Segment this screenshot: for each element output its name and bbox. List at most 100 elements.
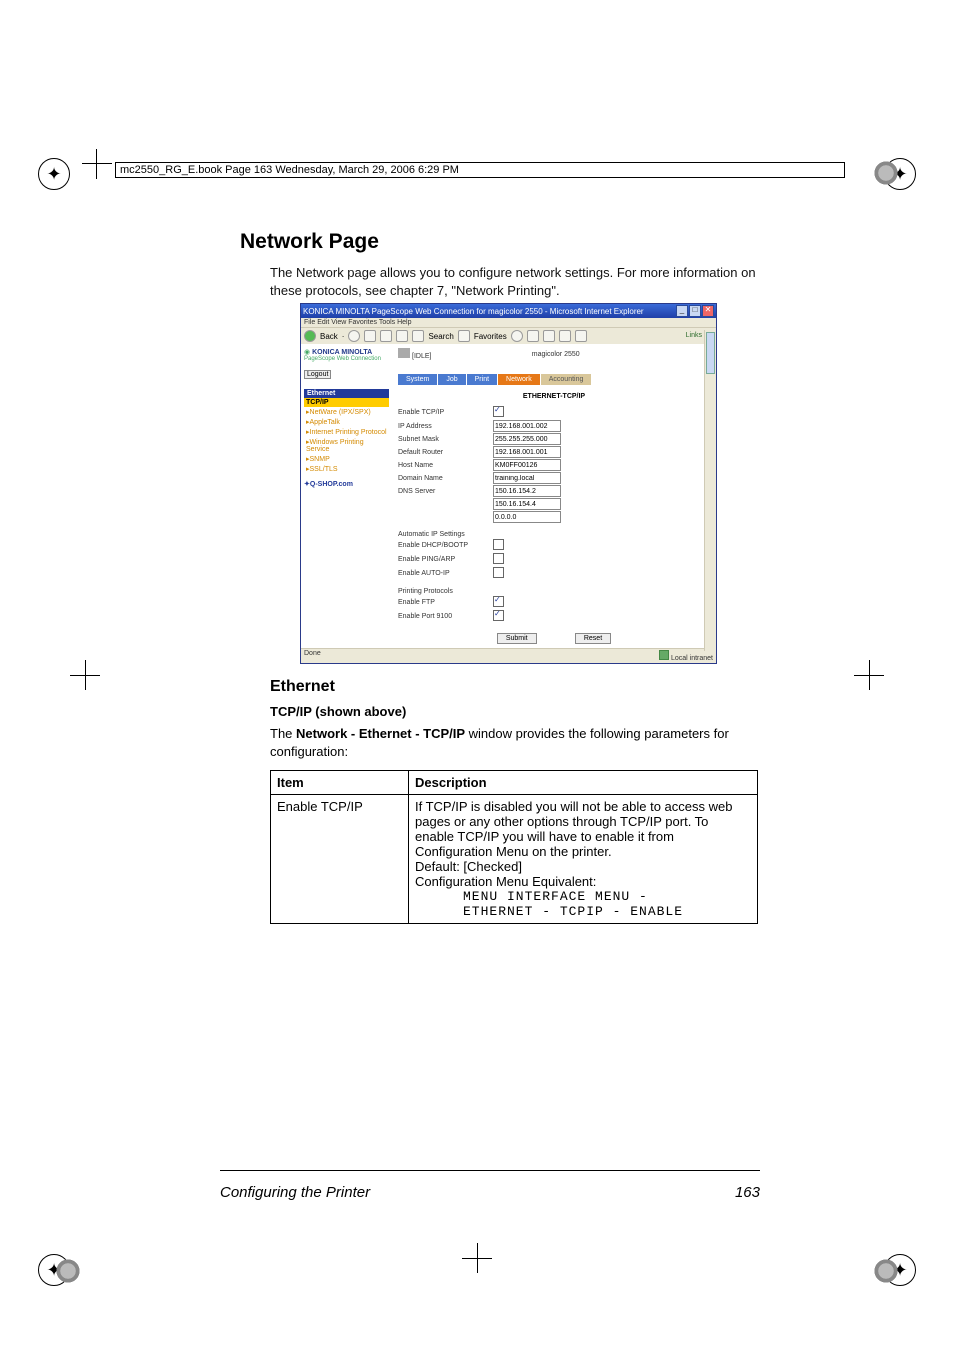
- links-label[interactable]: Links: [686, 332, 702, 339]
- table-head-item: Item: [271, 771, 409, 795]
- logout-button[interactable]: Logout: [304, 370, 331, 379]
- subnet-mask-input[interactable]: [493, 433, 561, 445]
- search-icon[interactable]: [412, 330, 424, 342]
- forward-icon[interactable]: [348, 330, 360, 342]
- dns-server-input[interactable]: [493, 485, 561, 497]
- maximize-icon[interactable]: □: [689, 305, 701, 317]
- sidebar-item-ipp[interactable]: ▸Internet Printing Protocol: [304, 427, 389, 437]
- qshop-link[interactable]: ✦Q-SHOP.com: [304, 480, 389, 488]
- row-label: Enable AUTO-IP: [398, 570, 493, 577]
- favorites-icon[interactable]: [458, 330, 470, 342]
- submit-button[interactable]: Submit: [497, 633, 537, 644]
- dns-server-input-2[interactable]: [493, 498, 561, 510]
- sidebar: ◉ KONICA MINOLTA PageScope Web Connectio…: [301, 344, 392, 648]
- edit-icon[interactable]: [575, 330, 587, 342]
- printer-name: magicolor 2550: [532, 351, 580, 358]
- reset-button[interactable]: Reset: [575, 633, 611, 644]
- row-label: Host Name: [398, 462, 493, 469]
- sidebar-item-label: Internet Printing Protocol: [310, 429, 387, 436]
- media-icon[interactable]: [511, 330, 523, 342]
- sidebar-item-netware[interactable]: ▸NetWare (IPX/SPX): [304, 407, 389, 417]
- stop-icon[interactable]: [364, 330, 376, 342]
- close-icon[interactable]: ✕: [702, 305, 714, 317]
- parameter-table: Item Description Enable TCP/IP If TCP/IP…: [270, 770, 758, 924]
- back-label: Back: [320, 332, 338, 341]
- table-cell-item: Enable TCP/IP: [271, 795, 409, 924]
- autoip-checkbox[interactable]: [493, 567, 504, 578]
- running-header: mc2550_RG_E.book Page 163 Wednesday, Mar…: [115, 162, 845, 178]
- window-title: KONICA MINOLTA PageScope Web Connection …: [303, 307, 644, 316]
- default-router-input[interactable]: [493, 446, 561, 458]
- sidebar-item-windows[interactable]: ▸Windows Printing Service: [304, 437, 389, 454]
- minimize-icon[interactable]: _: [676, 305, 688, 317]
- sidebar-item-tcpip[interactable]: TCP/IP: [304, 398, 389, 407]
- group-printing-protocols: Printing Protocols: [398, 588, 493, 595]
- status-done: Done: [304, 650, 321, 662]
- row-label: IP Address: [398, 423, 493, 430]
- row-label: Enable DHCP/BOOTP: [398, 542, 493, 549]
- back-icon[interactable]: [304, 330, 316, 342]
- printer-icon: [398, 348, 410, 358]
- dash: ·: [342, 332, 345, 341]
- desc-line: If TCP/IP is disabled you will not be ab…: [415, 799, 732, 859]
- tab-job[interactable]: Job: [438, 374, 466, 385]
- sidebar-item-label: Windows Printing Service: [306, 439, 364, 453]
- enable-tcpip-checkbox[interactable]: [493, 406, 504, 417]
- gear-icon: [50, 1253, 86, 1289]
- home-icon[interactable]: [396, 330, 408, 342]
- dhcp-checkbox[interactable]: [493, 539, 504, 550]
- row-label: Subnet Mask: [398, 436, 493, 443]
- pingarp-checkbox[interactable]: [493, 553, 504, 564]
- brand-sub: PageScope Web Connection: [304, 356, 389, 362]
- desc-mono: MENU INTERFACE MENU -: [415, 889, 751, 904]
- brand-logo: ◉ KONICA MINOLTA: [304, 348, 389, 356]
- zone-icon: [659, 650, 669, 660]
- tab-print[interactable]: Print: [467, 374, 498, 385]
- intro-paragraph: The Network page allows you to configure…: [270, 264, 760, 299]
- tab-system[interactable]: System: [398, 374, 438, 385]
- desc-line: Configuration Menu Equivalent:: [415, 874, 596, 889]
- page-title: Network Page: [240, 230, 760, 254]
- sidebar-item-snmp[interactable]: ▸SNMP: [304, 454, 389, 464]
- dns-server-input-3[interactable]: [493, 511, 561, 523]
- text-bold: Network - Ethernet - TCP/IP: [296, 726, 465, 741]
- sidebar-item-label: SNMP: [310, 456, 330, 463]
- tcpip-paragraph: The Network - Ethernet - TCP/IP window p…: [270, 725, 760, 760]
- sidebar-item-label: NetWare (IPX/SPX): [310, 409, 371, 416]
- subsection-tcpip: TCP/IP (shown above): [270, 704, 760, 719]
- tab-accounting[interactable]: Accounting: [541, 374, 593, 385]
- qshop-label: Q-SHOP.com: [310, 481, 353, 488]
- sidebar-group-header: Ethernet: [304, 389, 389, 398]
- refresh-icon[interactable]: [380, 330, 392, 342]
- section-ethernet: Ethernet: [270, 678, 760, 696]
- page-footer: Configuring the Printer 163: [220, 1184, 760, 1201]
- sidebar-item-appletalk[interactable]: ▸AppleTalk: [304, 417, 389, 427]
- table-cell-desc: If TCP/IP is disabled you will not be ab…: [409, 795, 758, 924]
- main-pane: [IDLE] magicolor 2550 System Job Print N…: [392, 344, 716, 648]
- gear-icon: [868, 155, 904, 191]
- row-label: Enable Port 9100: [398, 613, 493, 620]
- menu-bar[interactable]: File Edit View Favorites Tools Help: [301, 318, 716, 327]
- host-name-input[interactable]: [493, 459, 561, 471]
- sidebar-item-label: SSL/TLS: [310, 466, 338, 473]
- crop-cross-left: [70, 660, 100, 690]
- tab-network[interactable]: Network: [498, 374, 541, 385]
- search-label: Search: [428, 332, 453, 341]
- port9100-checkbox[interactable]: [493, 610, 504, 621]
- ip-address-input[interactable]: [493, 420, 561, 432]
- mail-icon[interactable]: [543, 330, 555, 342]
- row-label: DNS Server: [398, 488, 493, 495]
- table-head-desc: Description: [409, 771, 758, 795]
- print-icon[interactable]: [559, 330, 571, 342]
- desc-mono: ETHERNET - TCPIP - ENABLE: [415, 904, 751, 919]
- sidebar-item-ssl[interactable]: ▸SSL/TLS: [304, 464, 389, 474]
- toolbar: Back · Search Favorites: [301, 327, 716, 344]
- text: The: [270, 726, 296, 741]
- domain-name-input[interactable]: [493, 472, 561, 484]
- status-bar: Done Local intranet: [301, 648, 716, 663]
- ftp-checkbox[interactable]: [493, 596, 504, 607]
- crop-cross-right: [854, 660, 884, 690]
- sidebar-item-label: AppleTalk: [310, 419, 340, 426]
- crop-target-icon: [88, 155, 106, 173]
- history-icon[interactable]: [527, 330, 539, 342]
